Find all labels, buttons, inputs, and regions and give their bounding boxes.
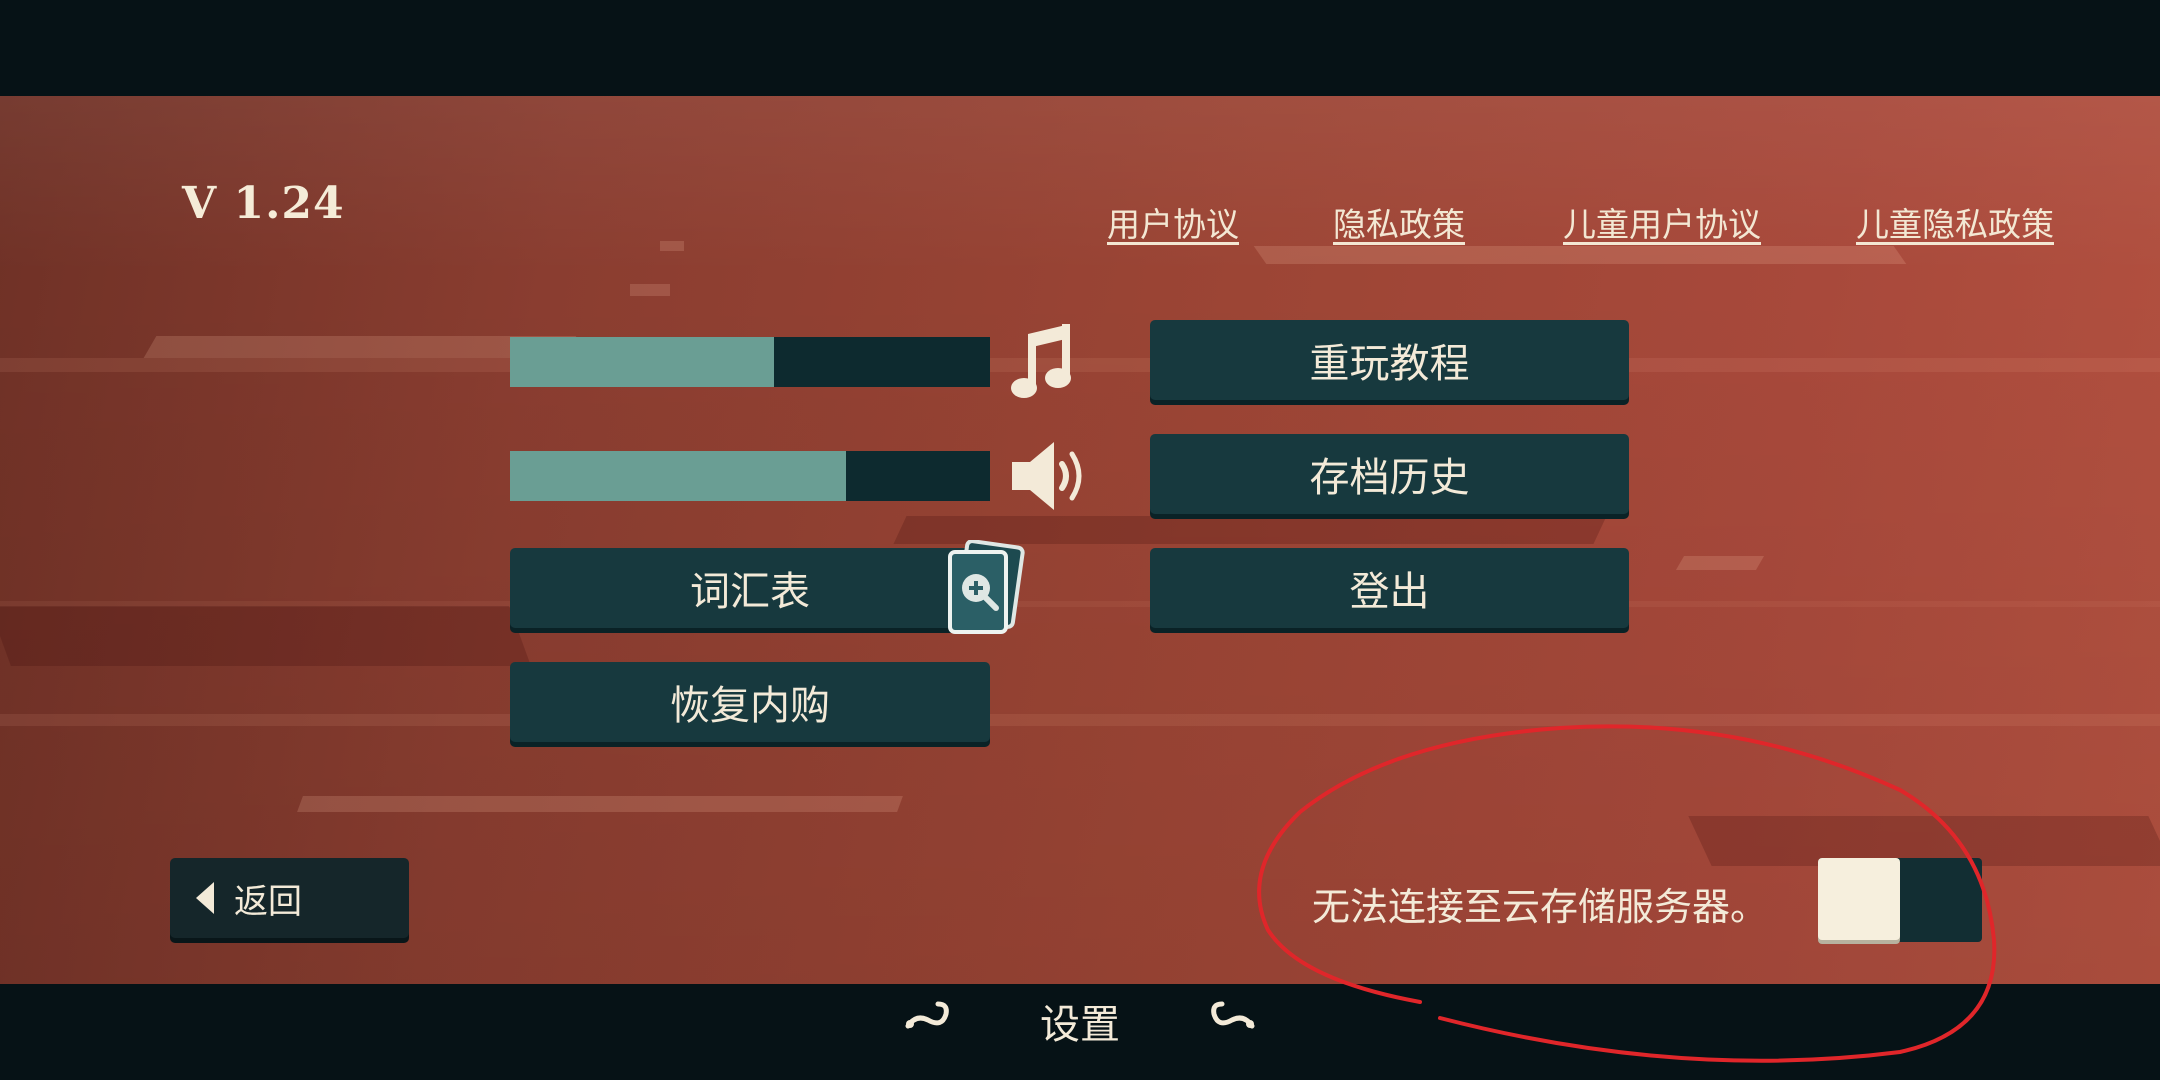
back-label: 返回 [234, 881, 302, 922]
restore-purchases-button[interactable]: 恢复内购 [510, 662, 990, 742]
back-arrow-icon [196, 882, 214, 914]
glossary-label: 词汇表 [690, 569, 810, 615]
toggle-knob [1818, 858, 1900, 940]
link-privacy-policy[interactable]: 隐私政策 [1333, 198, 1465, 246]
left-flourish-icon [905, 1001, 949, 1029]
glossary-cards-icon [948, 540, 1025, 634]
settings-screen: V 1.24 用户协议 隐私政策 儿童用户协议 儿童隐私政策 重玩教程 存档历史… [0, 0, 2160, 1080]
cloud-status-text: 无法连接至云存储服务器。 [1312, 885, 1769, 929]
right-flourish-icon [1211, 1001, 1255, 1029]
speaker-icon [1012, 442, 1082, 510]
save-history-button[interactable]: 存档历史 [1150, 434, 1629, 514]
top-rim [0, 0, 2160, 96]
sound-volume-fill [510, 451, 846, 501]
music-volume-slider[interactable] [510, 337, 990, 387]
glossary-button[interactable]: 词汇表 [510, 548, 990, 628]
link-user-agreement[interactable]: 用户协议 [1107, 198, 1239, 246]
back-button[interactable]: 返回 [170, 858, 409, 938]
link-child-privacy-policy[interactable]: 儿童隐私政策 [1856, 198, 2054, 246]
cloud-sync-toggle[interactable] [1818, 858, 1982, 942]
music-volume-fill [510, 337, 774, 387]
replay-tutorial-button[interactable]: 重玩教程 [1150, 320, 1629, 400]
logout-button[interactable]: 登出 [1150, 548, 1629, 628]
version-label: V 1.24 [182, 178, 345, 229]
link-child-user-agreement[interactable]: 儿童用户协议 [1563, 198, 1761, 246]
music-note-icon [1011, 324, 1071, 398]
painted-background [0, 96, 2160, 986]
sound-volume-slider[interactable] [510, 451, 990, 501]
page-title: 设置 [1040, 1002, 1120, 1048]
